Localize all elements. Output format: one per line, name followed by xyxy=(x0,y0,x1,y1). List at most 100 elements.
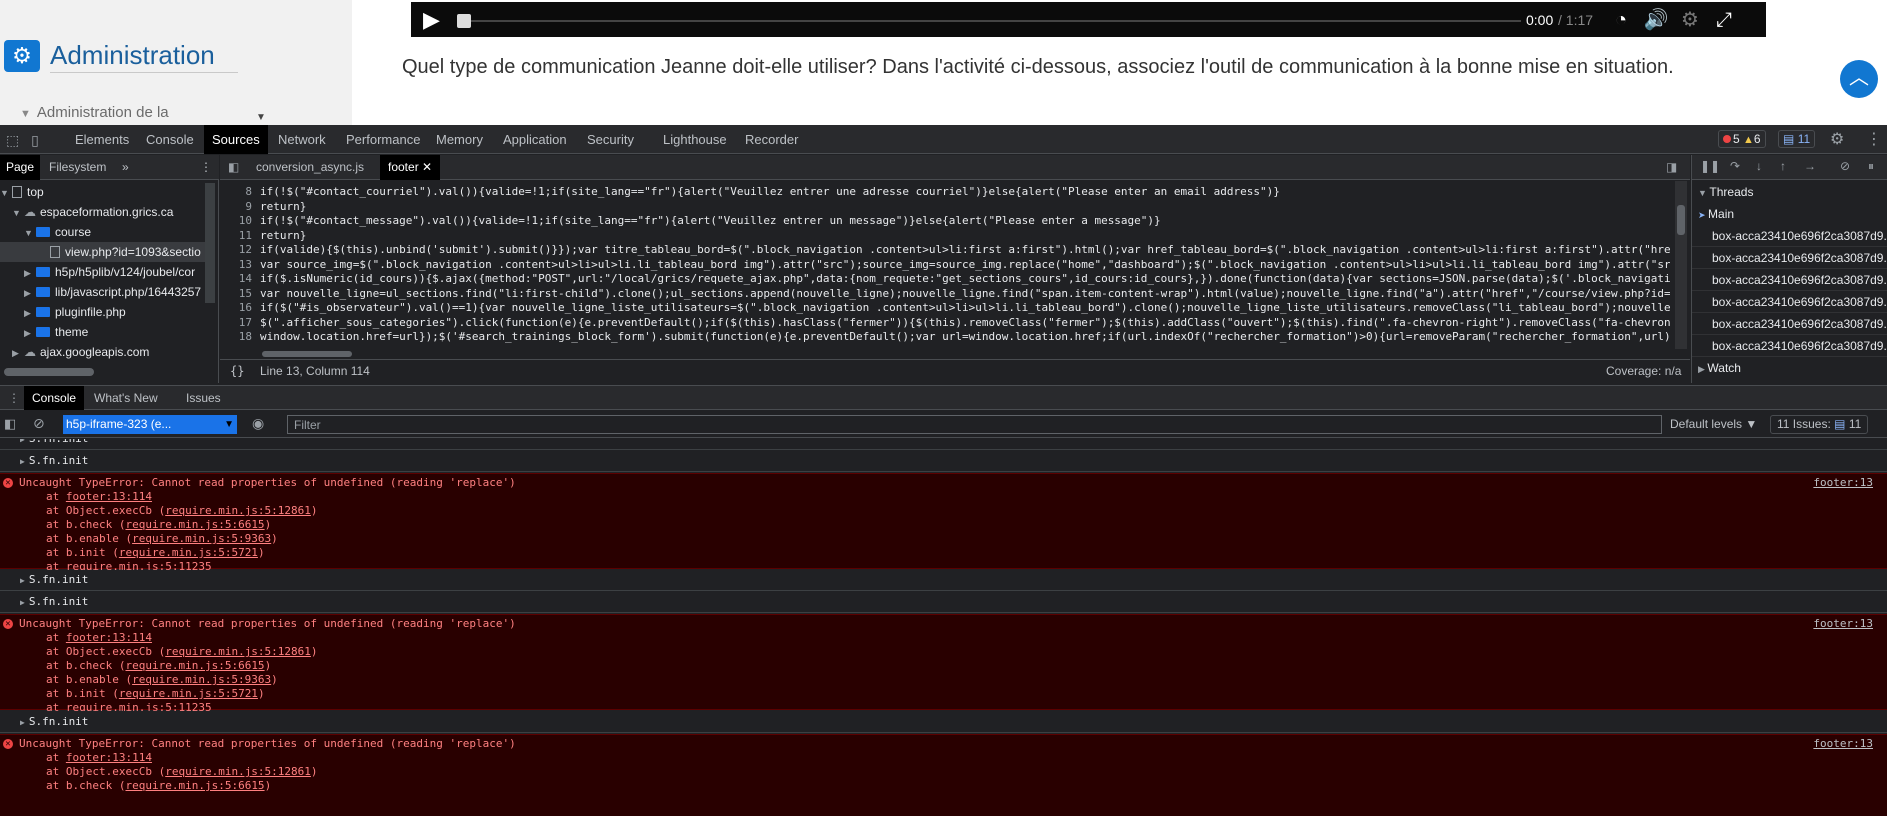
gear-icon[interactable]: ⚙ xyxy=(1677,8,1703,32)
code-line[interactable]: 13 var source_img=$(".block_navigation .c… xyxy=(220,258,1670,273)
clear-console-icon[interactable]: ⊘ xyxy=(33,415,45,432)
error-source-link[interactable]: footer:13 xyxy=(1813,617,1873,630)
drawer-tab-whats-new[interactable]: What's New xyxy=(94,386,158,410)
editor-horizontal-scroll-thumb[interactable] xyxy=(262,351,352,357)
list-item[interactable]: ▶S.fn.init xyxy=(0,711,1887,733)
errors-warnings-badge[interactable]: 5 ▲6 xyxy=(1718,130,1766,148)
tab-performance[interactable]: Performance xyxy=(346,125,420,154)
tab-application[interactable]: Application xyxy=(503,125,567,154)
code-line[interactable]: 11 return} xyxy=(220,229,1670,244)
chevron-up-icon[interactable]: ︿ xyxy=(1840,60,1878,98)
filter-input[interactable] xyxy=(287,415,1662,434)
thread-item[interactable]: box-acca23410e696f2ca3087d9... xyxy=(1692,291,1887,313)
code-line[interactable]: 18 window.location.href=url});$('#search_… xyxy=(220,330,1670,345)
code-line[interactable]: 14 if($.isNumeric(id_cours)){$.ajax({meth… xyxy=(220,272,1670,287)
context-select[interactable]: h5p-iframe-323 (e... ▼ xyxy=(63,415,237,434)
log-levels-dropdown[interactable]: Default levels ▼ xyxy=(1670,417,1757,431)
code-line[interactable]: 10 if(!$("#contact_message").val()){valid… xyxy=(220,214,1670,229)
line-number[interactable]: 13 xyxy=(220,258,260,273)
list-item[interactable]: ▶S.fn.init xyxy=(0,450,1887,472)
line-number[interactable]: 10 xyxy=(220,214,260,229)
pause-on-exceptions-icon[interactable]: ⏸ xyxy=(1868,159,1874,174)
drawer-tab-issues[interactable]: Issues xyxy=(186,386,221,410)
pause-icon[interactable]: ❚❚ xyxy=(1700,159,1720,173)
editor-tab-footer[interactable]: footer ✕ xyxy=(380,155,441,180)
step-into-icon[interactable]: ↓ xyxy=(1756,159,1762,173)
thread-item[interactable]: box-acca23410e696f2ca3087d9... xyxy=(1692,225,1887,247)
console-issues-badge[interactable]: 11 Issues: ▤ 11 xyxy=(1770,415,1869,434)
seek-handle[interactable] xyxy=(457,14,471,28)
inspect-icon[interactable]: ⬚ xyxy=(6,132,19,148)
tab-elements[interactable]: Elements xyxy=(75,125,129,154)
code-line[interactable]: 16 if($("#is_observateur").val()==1){var … xyxy=(220,301,1670,316)
sidebar-toggle-icon[interactable]: ◧ xyxy=(4,416,16,432)
admin-sub-item[interactable]: ▼ Administration de la xyxy=(20,104,169,121)
code-line[interactable]: 15 var nouvelle_ligne=ul_sections.find("l… xyxy=(220,287,1670,302)
line-number[interactable]: 9 xyxy=(220,200,260,215)
code-line[interactable]: 9 return} xyxy=(220,200,1670,215)
close-icon[interactable]: ✕ xyxy=(422,160,432,174)
tree-item[interactable]: ▶ lib/javascript.php/16443257 xyxy=(24,282,205,302)
drawer-tab-console[interactable]: Console xyxy=(24,386,85,410)
tab-console[interactable]: Console xyxy=(146,125,194,154)
code-line[interactable]: 8 if(!$("#contact_courriel").val()){valid… xyxy=(220,185,1670,200)
caret-down-icon[interactable]: ▼ xyxy=(256,112,266,123)
editor-tab-conversion[interactable]: conversion_async.js xyxy=(256,155,364,180)
nav-tab-filesystem[interactable]: Filesystem xyxy=(49,155,106,180)
thread-item[interactable]: box-acca23410e696f2ca3087d9... xyxy=(1692,269,1887,291)
settings-gear-icon[interactable]: ⚙ xyxy=(1830,129,1844,149)
line-number[interactable]: 18 xyxy=(220,330,260,345)
kebab-menu-icon[interactable]: ⋮ xyxy=(200,155,212,180)
nav-tab-page[interactable]: Page xyxy=(0,155,41,180)
thread-item[interactable]: box-acca23410e696f2ca3087d9... xyxy=(1692,313,1887,335)
navigator-horizontal-scrollbar[interactable] xyxy=(4,368,94,376)
kebab-menu-icon[interactable]: ⋮ xyxy=(1866,129,1882,149)
error-entry[interactable]: ✕ Uncaught TypeError: Cannot read proper… xyxy=(0,734,1887,816)
issues-badge[interactable]: ▤ 11 xyxy=(1778,130,1816,148)
line-number[interactable]: 15 xyxy=(220,287,260,302)
pretty-print-button[interactable]: {} xyxy=(230,364,244,378)
thread-item[interactable]: box-acca23410e696f2ca3087d9... xyxy=(1692,247,1887,269)
step-icon[interactable]: → xyxy=(1804,159,1816,173)
list-item[interactable]: ▶S.fn.init xyxy=(0,569,1887,591)
tree-item-selected[interactable]: view.php?id=1093&sectio xyxy=(0,242,205,262)
tree-item[interactable]: ▼ top xyxy=(0,182,205,202)
error-entry[interactable]: ✕ Uncaught TypeError: Cannot read proper… xyxy=(0,473,1887,570)
step-over-icon[interactable]: ↷ xyxy=(1730,159,1740,173)
nav-more-button[interactable]: » xyxy=(122,155,129,180)
tab-memory[interactable]: Memory xyxy=(436,125,483,154)
tab-network[interactable]: Network xyxy=(278,125,326,154)
line-number[interactable]: 17 xyxy=(220,316,260,331)
toggle-debugger-icon[interactable]: ◨ xyxy=(1666,155,1677,180)
list-item[interactable]: ▶S.fn.init xyxy=(0,591,1887,613)
tree-item[interactable]: ▶ pluginfile.php xyxy=(24,302,205,322)
code-line[interactable]: 12 if(valide){$(this).unbind('submit').su… xyxy=(220,243,1670,258)
eye-icon[interactable]: ◉ xyxy=(252,415,264,432)
tree-item[interactable]: ▼ course xyxy=(24,222,205,242)
thread-item[interactable]: box-acca23410e696f2ca3087d9... xyxy=(1692,335,1887,357)
tree-item[interactable]: ▶ theme xyxy=(24,322,205,342)
step-out-icon[interactable]: ↑ xyxy=(1780,159,1786,173)
deactivate-breakpoints-icon[interactable]: ⊘ xyxy=(1840,159,1850,173)
code-area[interactable]: 8 if(!$("#contact_courriel").val()){valid… xyxy=(220,181,1670,349)
threads-header[interactable]: ▼ Threads xyxy=(1692,181,1887,203)
line-number[interactable]: 12 xyxy=(220,243,260,258)
tree-item[interactable]: ▶ h5p/h5plib/v124/joubel/cor xyxy=(24,262,205,282)
fullscreen-icon[interactable]: ⤢ xyxy=(1711,8,1737,32)
line-number[interactable]: 11 xyxy=(220,229,260,244)
navigator-vertical-scrollbar[interactable] xyxy=(205,183,215,303)
drawer-menu-icon[interactable]: ⋮ xyxy=(8,386,20,410)
list-item[interactable]: ▶S.fn.init xyxy=(0,439,1887,450)
watch-header[interactable]: ▶ Watch xyxy=(1692,357,1887,379)
error-entry[interactable]: ✕ Uncaught TypeError: Cannot read proper… xyxy=(0,614,1887,711)
speedometer-icon[interactable]: ◔ xyxy=(1608,8,1634,32)
line-number[interactable]: 16 xyxy=(220,301,260,316)
play-icon[interactable]: ▶ xyxy=(423,8,447,32)
tree-item[interactable]: ▼ ☁ espaceformation.grics.ca xyxy=(12,202,205,222)
tab-sources[interactable]: Sources xyxy=(204,125,268,154)
seek-track[interactable] xyxy=(471,20,1521,22)
error-source-link[interactable]: footer:13 xyxy=(1813,737,1873,750)
tab-recorder[interactable]: Recorder xyxy=(745,125,798,154)
code-line[interactable]: 17 $(".afficher_sous_categories").click(f… xyxy=(220,316,1670,331)
editor-vertical-scroll-thumb[interactable] xyxy=(1677,205,1685,235)
